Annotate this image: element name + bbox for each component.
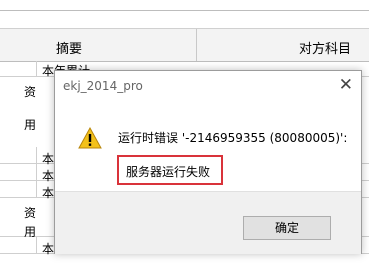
header-cell-summary [0, 29, 197, 61]
error-message-line2: 服务器运行失败 [126, 165, 211, 179]
row-label: 本 [42, 186, 55, 200]
ok-button[interactable]: 确定 [243, 216, 331, 240]
row-label: 本 [42, 242, 55, 256]
dialog-titlebar[interactable]: ekj_2014_pro ✕ [55, 71, 361, 101]
error-message-highlight: 服务器运行失败 [117, 155, 223, 185]
error-message-line1: 运行时错误 '-2146959355 (80080005)': [118, 131, 348, 145]
header-account-label: 对方科目 [299, 42, 352, 57]
dialog-title: ekj_2014_pro [63, 79, 143, 93]
row-side-label: 用 [24, 118, 37, 132]
row-side-label: 资 [24, 85, 37, 99]
top-strip [0, 0, 369, 11]
row-side-label: 资 [24, 206, 37, 220]
error-dialog: ekj_2014_pro ✕ 运行时错误 '-2146959355 (80080… [54, 70, 362, 254]
table-header: 摘要 对方科目 [0, 28, 369, 62]
dialog-footer: 确定 [55, 191, 361, 254]
warning-icon [78, 127, 102, 149]
close-icon[interactable]: ✕ [339, 75, 353, 95]
header-summary-label: 摘要 [56, 42, 83, 57]
